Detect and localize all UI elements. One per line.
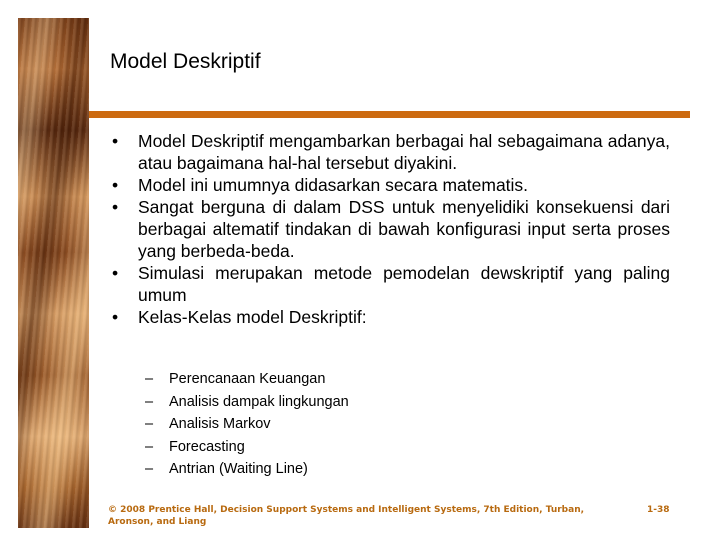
bullet-item: • Sangat berguna di dalam DSS untuk menye…	[110, 196, 670, 262]
bullet-icon: •	[112, 175, 119, 195]
dash-icon: –	[145, 416, 154, 432]
sub-bullet-item: – Perencanaan Keuangan	[145, 368, 349, 391]
decorative-wood-image	[18, 18, 89, 528]
slide-title: Model Deskriptif	[110, 50, 261, 73]
sub-bullet-item: – Forecasting	[145, 436, 349, 459]
page-number: 1-38	[647, 505, 670, 515]
dash-icon: –	[145, 371, 154, 387]
title-divider	[89, 111, 690, 118]
bullet-icon: •	[112, 263, 119, 283]
sub-bullet-text: Antrian (Waiting Line)	[169, 461, 308, 477]
bullet-text: Model ini umumnya didasarkan secara mate…	[138, 175, 529, 195]
bullet-text: Model Deskriptif mengambarkan berbagai h…	[138, 131, 670, 173]
bullet-text: Kelas-Kelas model Deskriptif:	[138, 307, 367, 327]
bullet-item: • Simulasi merupakan metode pemodelan dew…	[110, 262, 670, 306]
bullet-list: • Model Deskriptif mengambarkan berbagai …	[110, 130, 670, 328]
bullet-icon: •	[112, 197, 119, 217]
bullet-item: • Model Deskriptif mengambarkan berbagai …	[110, 130, 670, 174]
bullet-icon: •	[112, 131, 119, 151]
sub-bullet-item: – Antrian (Waiting Line)	[145, 458, 349, 481]
copyright-footer: © 2008 Prentice Hall, Decision Support S…	[108, 505, 585, 527]
sub-bullet-item: – Analisis dampak lingkungan	[145, 391, 349, 414]
bullet-text: Simulasi merupakan metode pemodelan dews…	[138, 263, 670, 305]
sub-bullet-text: Analisis dampak lingkungan	[169, 393, 349, 410]
dash-icon: –	[145, 393, 154, 410]
sub-bullet-text: Forecasting	[169, 438, 245, 455]
dash-icon: –	[145, 438, 154, 455]
dash-icon: –	[145, 461, 154, 477]
sub-bullet-item: – Analisis Markov	[145, 413, 349, 436]
bullet-item: • Kelas-Kelas model Deskriptif:	[110, 306, 670, 328]
bullet-text: Sangat berguna di dalam DSS untuk menyel…	[138, 197, 670, 261]
sub-bullet-list: – Perencanaan Keuangan – Analisis dampak l…	[145, 368, 349, 481]
bullet-icon: •	[112, 307, 119, 327]
sub-bullet-text: Perencanaan Keuangan	[169, 371, 326, 387]
sub-bullet-text: Analisis Markov	[169, 416, 271, 432]
bullet-item: • Model ini umumnya didasarkan secara mat…	[110, 174, 670, 196]
